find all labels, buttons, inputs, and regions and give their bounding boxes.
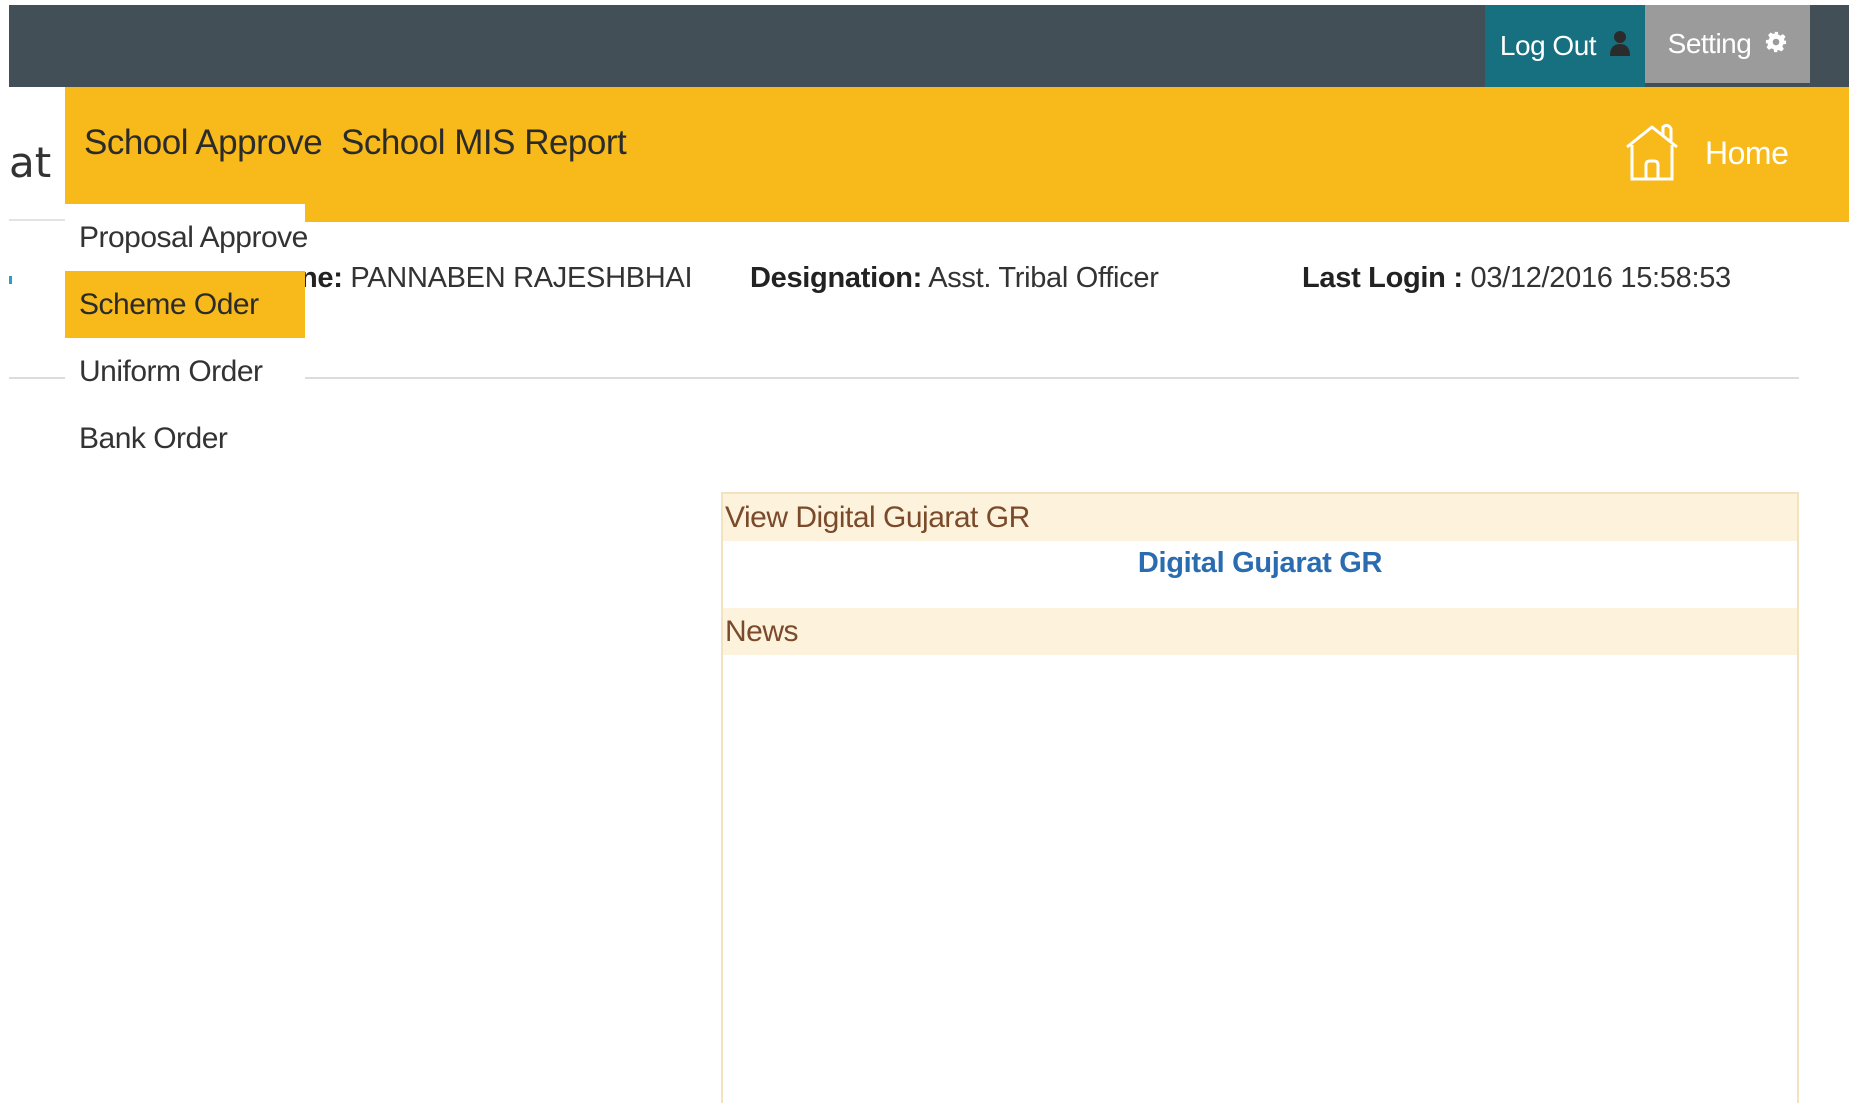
dropdown-item-scheme-oder[interactable]: Scheme Oder <box>65 271 305 338</box>
school-approve-dropdown: Proposal Approve Scheme Oder Uniform Ord… <box>65 204 308 474</box>
dropdown-item-proposal-approve[interactable]: Proposal Approve <box>65 204 308 271</box>
last-login-label: Last Login : <box>1302 262 1463 294</box>
logout-button[interactable]: Log Out <box>1485 5 1645 87</box>
setting-button[interactable]: Setting <box>1645 5 1810 83</box>
name-label: ne: <box>300 262 343 294</box>
page: Log Out Setting at School Approve School… <box>0 0 1849 1103</box>
home-link[interactable]: Home <box>1621 119 1789 188</box>
nav-item-school-mis-report[interactable]: School MIS Report <box>341 123 627 163</box>
last-login-info: Last Login : 03/12/2016 15:58:53 <box>1302 262 1731 295</box>
user-name-info: ne: PANNABEN RAJESHBHAI <box>300 262 693 295</box>
designation-label: Designation: <box>750 262 923 294</box>
designation-info: Designation: Asst. Tribal Officer <box>750 262 1159 295</box>
main-nav: School Approve School MIS Report Home <box>65 87 1849 222</box>
digital-gujarat-gr-link[interactable]: Digital Gujarat GR <box>723 547 1797 580</box>
setting-label: Setting <box>1667 28 1752 59</box>
top-bar: Log Out Setting <box>9 5 1849 87</box>
designation-value: Asst. Tribal Officer <box>928 262 1159 294</box>
dropdown-item-bank-order[interactable]: Bank Order <box>65 405 305 472</box>
gr-panel-heading: View Digital Gujarat GR <box>723 494 1797 541</box>
brand-title-partial: at <box>9 138 52 187</box>
left-marker <box>9 276 12 284</box>
dropdown-item-uniform-order[interactable]: Uniform Order <box>65 338 305 405</box>
news-panel-heading: News <box>723 608 1797 655</box>
last-login-value: 03/12/2016 15:58:53 <box>1470 262 1731 294</box>
logout-label: Log Out <box>1499 30 1597 61</box>
brand-divider <box>9 219 65 221</box>
user-icon <box>1610 30 1631 63</box>
gr-news-panel: View Digital Gujarat GR Digital Gujarat … <box>721 492 1799 1103</box>
gear-icon <box>1765 28 1787 60</box>
name-value: PANNABEN RAJESHBHAI <box>350 262 693 294</box>
nav-item-school-approve[interactable]: School Approve <box>84 123 323 163</box>
home-label: Home <box>1705 135 1789 171</box>
home-icon <box>1621 119 1683 188</box>
